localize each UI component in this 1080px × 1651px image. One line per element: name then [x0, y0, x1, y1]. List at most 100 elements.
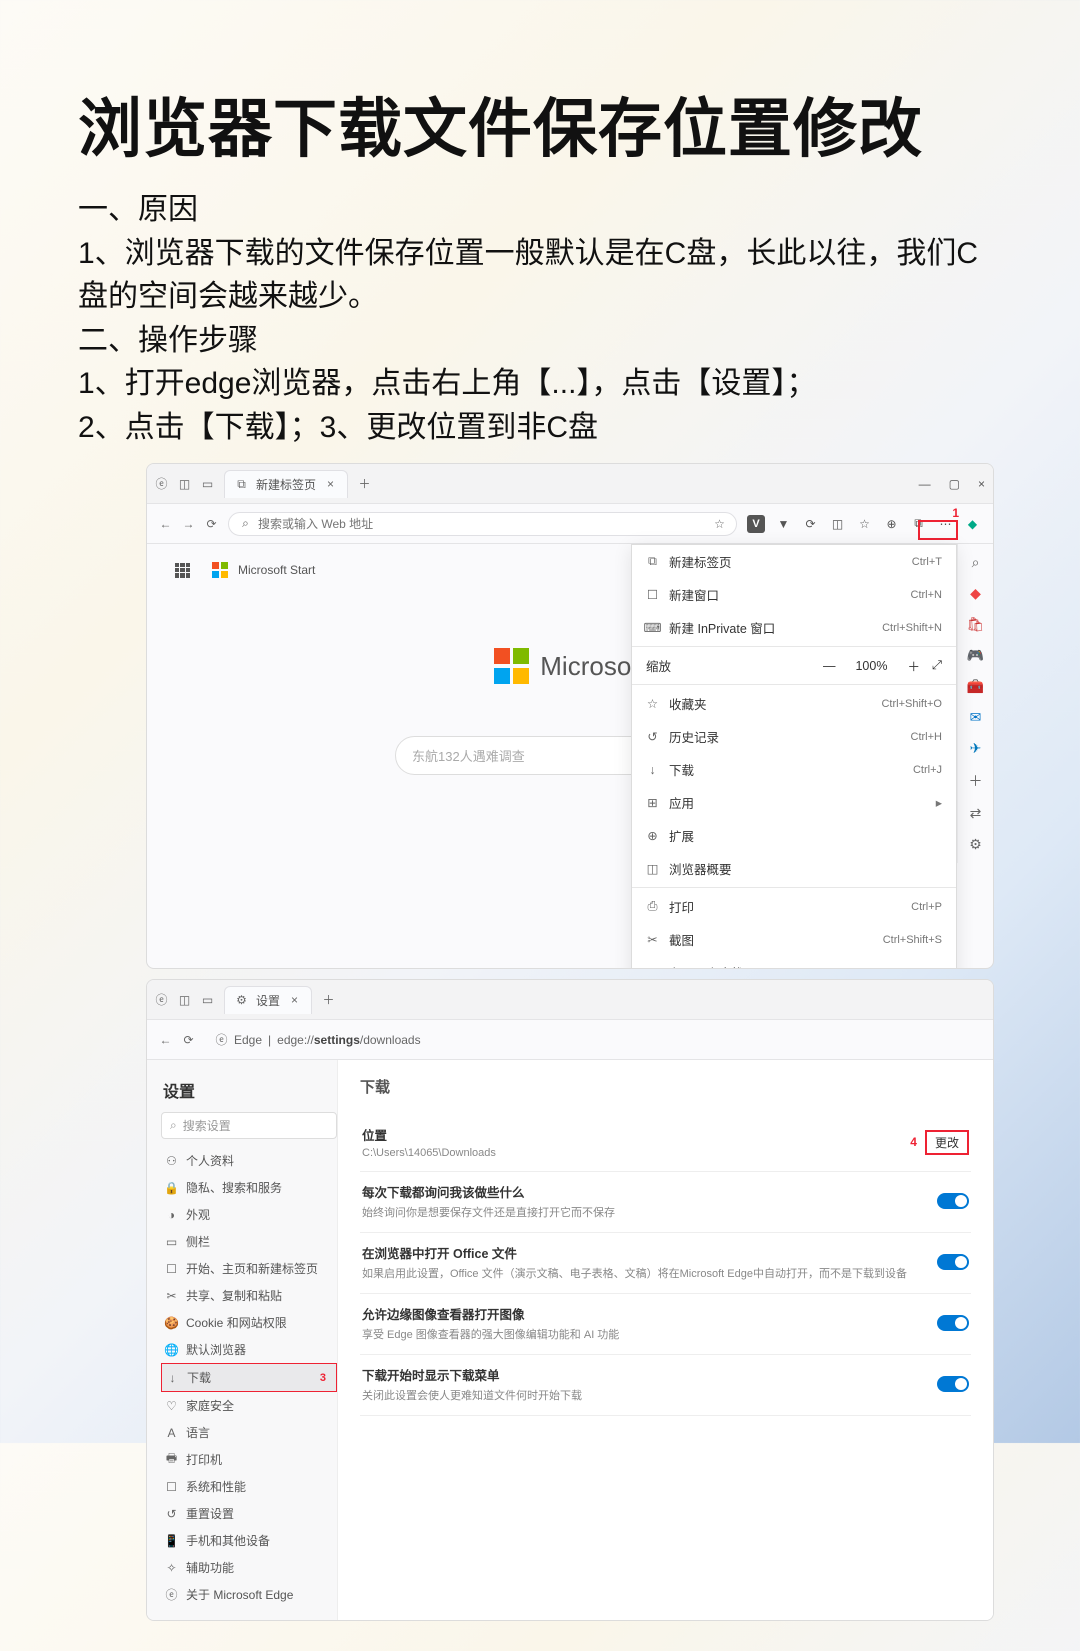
- fullscreen-icon[interactable]: ⤢: [932, 658, 942, 673]
- settings-search[interactable]: ⌕ 搜索设置: [161, 1112, 337, 1139]
- zoom-in-icon[interactable]: ＋: [907, 656, 920, 675]
- annotation-3-label: 3: [320, 1372, 332, 1384]
- sidebar-item[interactable]: ✂ 共享、复制和粘贴: [161, 1282, 337, 1309]
- sidebar-item[interactable]: ⓔ 关于 Microsoft Edge: [161, 1581, 337, 1608]
- sidebar-item-label: 共享、复制和粘贴: [186, 1287, 282, 1304]
- forward-icon[interactable]: →: [182, 517, 195, 530]
- menu-item-icon: ⎙: [646, 900, 659, 913]
- extension-v-icon[interactable]: V: [747, 515, 765, 533]
- maximize-icon[interactable]: ▢: [949, 477, 960, 491]
- sidebar-item[interactable]: ♡ 家庭安全: [161, 1392, 337, 1419]
- new-tab-icon[interactable]: ＋: [322, 993, 335, 1006]
- menu-item[interactable]: ☆ 收藏夹 Ctrl+Shift+O: [632, 687, 956, 720]
- apps-grid-icon[interactable]: [175, 563, 190, 578]
- sidebar-item[interactable]: ✧ 辅助功能: [161, 1554, 337, 1581]
- sidebar-item[interactable]: ◑ 外观: [161, 1201, 337, 1228]
- address-input[interactable]: [258, 517, 707, 531]
- menu-item-icon: ◫: [646, 862, 659, 875]
- menu-item[interactable]: ✂ 截图 Ctrl+Shift+S: [632, 923, 956, 956]
- sync-icon[interactable]: ⟳: [802, 515, 819, 532]
- sidebar-search-icon[interactable]: ⌕: [972, 554, 980, 571]
- favorites-icon[interactable]: ☆: [856, 515, 873, 532]
- collections-icon[interactable]: ⊕: [883, 515, 900, 532]
- sidebar-phone-icon[interactable]: ⇄: [970, 805, 982, 822]
- sidebar-item[interactable]: 📱 手机和其他设备: [161, 1527, 337, 1554]
- toggle-switch[interactable]: [937, 1376, 969, 1392]
- tabs-icon[interactable]: ▭: [201, 477, 214, 490]
- sidebar-item[interactable]: 🍪 Cookie 和网站权限: [161, 1309, 337, 1336]
- sidebar-item[interactable]: A 语言: [161, 1419, 337, 1446]
- minimize-icon[interactable]: —: [919, 477, 931, 491]
- sidebar-settings-icon[interactable]: ⚙: [969, 836, 982, 853]
- sidebar-item[interactable]: ☐ 系统和性能: [161, 1473, 337, 1500]
- workspace-icon[interactable]: ◫: [178, 993, 191, 1006]
- menu-item[interactable]: ◫ 浏览器概要: [632, 852, 956, 885]
- menu-item-label: 下载: [669, 760, 694, 779]
- edge-main-menu: ⧉ 新建标签页 Ctrl+T ☐ 新建窗口 Ctrl+N ⌨ 新建 InPriv…: [631, 544, 957, 969]
- shortcut: Ctrl+H: [911, 731, 942, 743]
- toggle-switch[interactable]: [937, 1315, 969, 1331]
- close-tab-icon[interactable]: ×: [324, 478, 337, 491]
- setting-row: 允许边缘图像查看器打开图像 享受 Edge 图像查看器的强大图像编辑功能和 AI…: [360, 1294, 971, 1355]
- menu-item[interactable]: ☐ 新建窗口 Ctrl+N: [632, 578, 956, 611]
- settings-tab[interactable]: ⚙ 设置 ×: [224, 986, 312, 1014]
- workspace-icon[interactable]: ◫: [178, 477, 191, 490]
- menu-item[interactable]: ⊞ 应用 ▸: [632, 786, 956, 819]
- toggle-switch[interactable]: [937, 1193, 969, 1209]
- reload-icon[interactable]: ⟳: [182, 1033, 195, 1046]
- change-button[interactable]: 更改: [925, 1130, 969, 1155]
- sidebar-item[interactable]: 🖶 打印机: [161, 1446, 337, 1473]
- new-tab-icon[interactable]: ＋: [358, 477, 371, 490]
- menu-item[interactable]: ⌕ 在页面上查找 Ctrl+F: [632, 956, 956, 969]
- menu-item[interactable]: ⊕ 扩展: [632, 819, 956, 852]
- menu-item-icon: ⌕: [646, 966, 659, 969]
- menu-item-label: 截图: [669, 930, 694, 949]
- close-icon[interactable]: ×: [978, 477, 985, 491]
- toggle-switch[interactable]: [937, 1254, 969, 1270]
- zoom-out-icon[interactable]: —: [823, 659, 836, 673]
- sidebar-more-icon[interactable]: ✈: [970, 740, 982, 757]
- sidebar-outlook-icon[interactable]: ✉: [970, 709, 982, 726]
- zoom-label: 缩放: [646, 656, 811, 675]
- address-bar[interactable]: ⓔ Edge | edge://settings/downloads: [205, 1033, 981, 1047]
- menu-item-label: 应用: [669, 793, 694, 812]
- menu-item[interactable]: ⎙ 打印 Ctrl+P: [632, 890, 956, 923]
- star-icon[interactable]: ☆: [713, 517, 726, 530]
- back-icon[interactable]: ←: [159, 1033, 172, 1046]
- sidebar-item[interactable]: ☐ 开始、主页和新建标签页: [161, 1255, 337, 1282]
- menu-item[interactable]: ⌨ 新建 InPrivate 窗口 Ctrl+Shift+N: [632, 611, 956, 644]
- microsoft-big-logo-icon: [494, 648, 530, 684]
- address-bar[interactable]: ⌕ ☆: [228, 512, 737, 536]
- sidebar-tools-icon[interactable]: 🧰: [967, 678, 984, 695]
- back-icon[interactable]: ←: [159, 517, 172, 530]
- sidebar-item[interactable]: 🔒 隐私、搜索和服务: [161, 1174, 337, 1201]
- sidebar-games-icon[interactable]: 🎮: [967, 647, 984, 664]
- settings-sidebar: 设置 ⌕ 搜索设置 ⚇ 个人资料 🔒 隐私、搜索和服务 ◑ 外观 ▭ 侧栏 ☐ …: [147, 1060, 337, 1620]
- close-tab-icon[interactable]: ×: [288, 994, 301, 1007]
- shortcut: Ctrl+Shift+S: [883, 934, 942, 946]
- menu-item[interactable]: ↓ 下载 Ctrl+J: [632, 753, 956, 786]
- menu-item[interactable]: ⧉ 新建标签页 Ctrl+T: [632, 545, 956, 578]
- sidebar-item[interactable]: ⚇ 个人资料: [161, 1147, 337, 1174]
- menu-item[interactable]: ↺ 历史记录 Ctrl+H: [632, 720, 956, 753]
- sidebar-add-icon[interactable]: ＋: [969, 771, 983, 791]
- sidebar-bing-icon[interactable]: ◆: [970, 585, 981, 602]
- side-bar: ⌕ ◆ 🛍 🎮 🧰 ✉ ✈ ＋ ⇄ ⚙: [957, 544, 993, 863]
- sidebar-item[interactable]: ↓ 下载 3: [161, 1363, 337, 1392]
- sidebar-item[interactable]: ▭ 侧栏: [161, 1228, 337, 1255]
- tabs-icon[interactable]: ▭: [201, 993, 214, 1006]
- filter-icon[interactable]: ▼: [775, 515, 792, 532]
- sidebar-item[interactable]: ↺ 重置设置: [161, 1500, 337, 1527]
- sidebar-item-icon: ☐: [165, 1262, 178, 1275]
- browser-tab[interactable]: ⧉ 新建标签页 ×: [224, 470, 348, 498]
- extensions-icon[interactable]: ⧉: [910, 515, 927, 532]
- read-icon[interactable]: ◫: [829, 515, 846, 532]
- tab-label: 设置: [256, 992, 280, 1009]
- sidebar-shop-icon[interactable]: 🛍: [967, 616, 985, 633]
- copilot-icon[interactable]: ◆: [964, 515, 981, 532]
- reload-icon[interactable]: ⟳: [205, 517, 218, 530]
- sidebar-item-label: 个人资料: [186, 1152, 234, 1169]
- sidebar-item[interactable]: 🌐 默认浏览器: [161, 1336, 337, 1363]
- step-2: 2、点击【下载】；3、更改位置到非C盘: [78, 406, 1002, 450]
- sidebar-item-label: 语言: [186, 1424, 210, 1441]
